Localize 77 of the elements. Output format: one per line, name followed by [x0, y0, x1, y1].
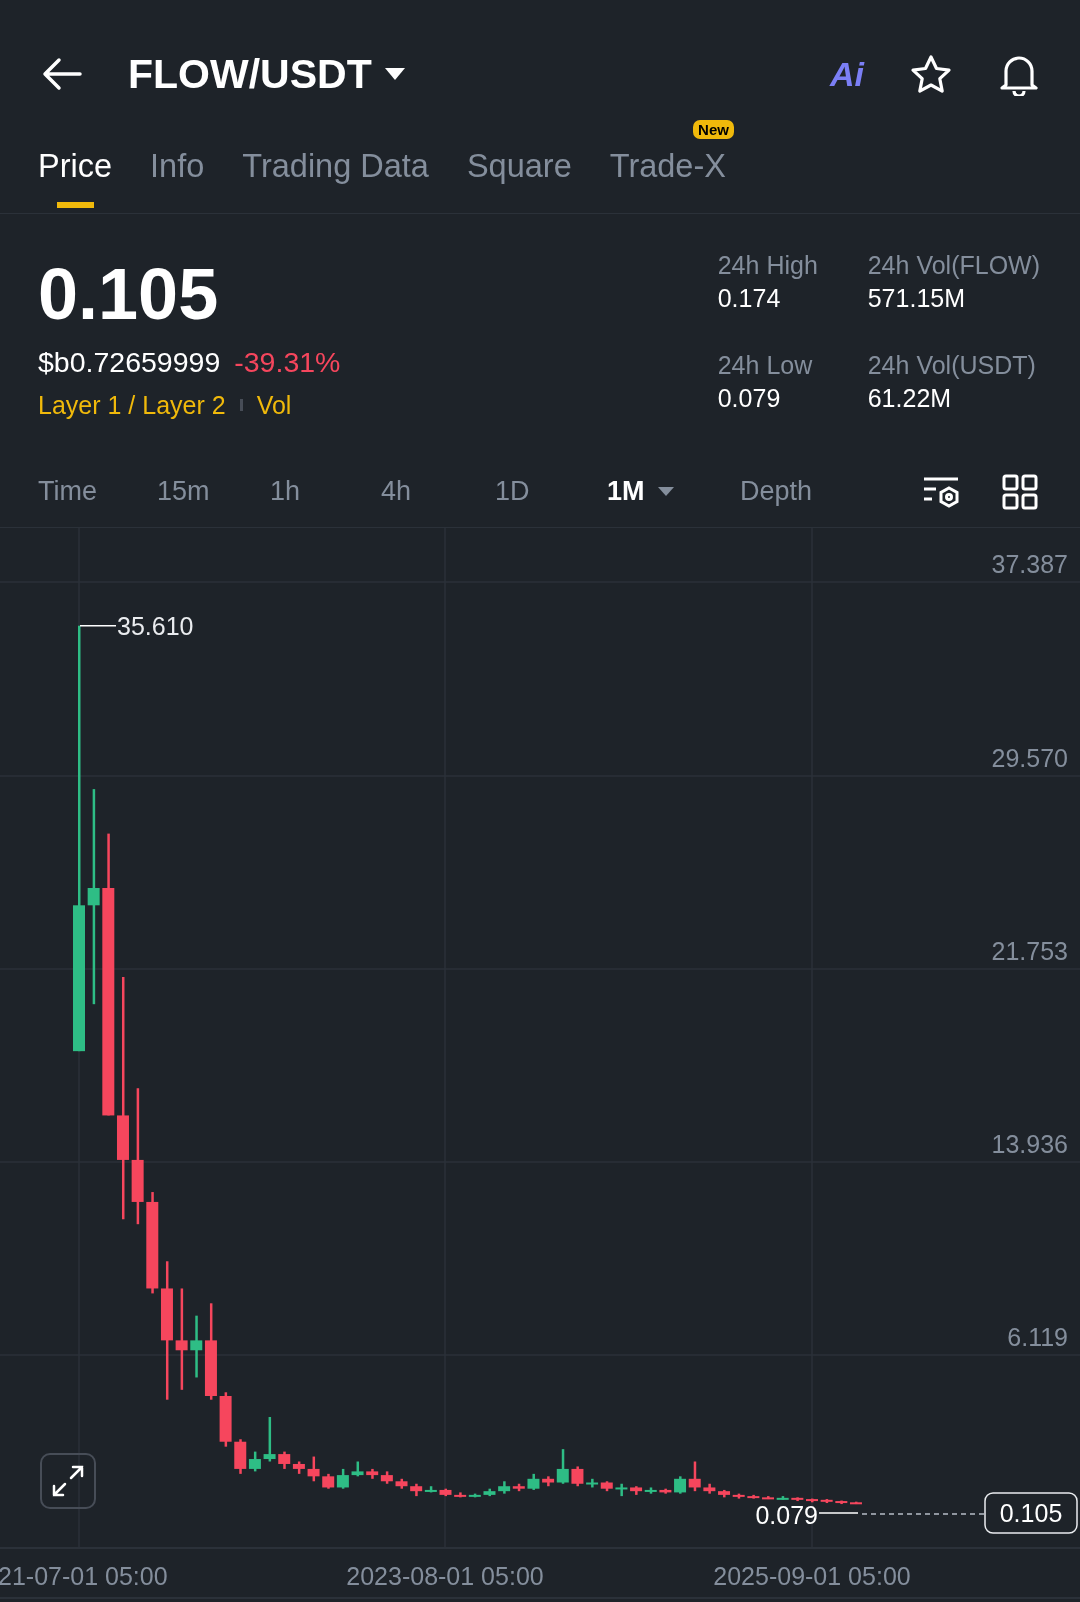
- candlestick: [762, 1496, 774, 1500]
- stat-label: 24h High: [717, 253, 819, 278]
- candlestick: [219, 1392, 232, 1447]
- stat-label: 24h Vol(USDT): [867, 352, 1037, 378]
- tab[interactable]: Info: [150, 148, 205, 214]
- candlestick: [292, 1461, 305, 1474]
- candlestick: [776, 1496, 789, 1500]
- fullscreen-button[interactable]: [40, 1453, 96, 1509]
- candlestick: [366, 1468, 379, 1479]
- candlestick: [806, 1498, 818, 1503]
- star-icon[interactable]: [910, 54, 952, 94]
- candlestick: [278, 1451, 291, 1469]
- tab[interactable]: Trade-X: [609, 148, 726, 214]
- candlestick: [307, 1456, 320, 1482]
- leader-line: [79, 624, 117, 627]
- candlestick: [791, 1497, 804, 1502]
- candlestick: [835, 1500, 848, 1505]
- candlestick: [703, 1483, 716, 1494]
- candlestick: [322, 1473, 335, 1489]
- grid-icon[interactable]: [1002, 473, 1038, 510]
- interval-tab[interactable]: 1D: [495, 478, 530, 505]
- pair-selector[interactable]: FLOW/USDT: [128, 53, 406, 95]
- time-axis-label: 21-07-01 05:00: [0, 1562, 168, 1590]
- ai-button[interactable]: Ai: [830, 57, 864, 91]
- interval-tab[interactable]: Depth: [740, 478, 813, 505]
- price-axis-label: 6.119: [1007, 1323, 1068, 1351]
- interval-tab[interactable]: 15m: [157, 478, 210, 505]
- candlestick: [395, 1478, 408, 1489]
- time-axis-label: 2023-08-01 05:00: [346, 1562, 544, 1590]
- current-price-label: 0.105: [999, 1499, 1063, 1527]
- candlestick: [483, 1488, 496, 1497]
- expand-icon: [52, 1465, 84, 1497]
- leader-line: [818, 1512, 859, 1514]
- caret-icon: [383, 67, 406, 81]
- stat-value: 0.174: [717, 286, 782, 311]
- candlestick: [439, 1488, 452, 1497]
- tab[interactable]: Square: [466, 148, 572, 214]
- price-axis-label: 29.570: [991, 744, 1068, 772]
- low-price-marker: 0.079: [755, 1501, 818, 1529]
- interval-tab[interactable]: 1h: [270, 478, 301, 505]
- stat-label: 24h Vol(FLOW): [867, 253, 1040, 278]
- candlestick: [850, 1501, 862, 1505]
- candlestick: [600, 1481, 613, 1492]
- candlestick: [351, 1461, 364, 1477]
- sector-tag[interactable]: Vol: [256, 392, 292, 418]
- candlestick: [336, 1468, 349, 1489]
- stat-value: 61.22M: [867, 385, 953, 411]
- high-price-marker: 35.610: [117, 611, 194, 640]
- candlestick: [263, 1417, 276, 1462]
- tab-indicator: [57, 202, 94, 208]
- last-price: 0.105: [38, 258, 220, 330]
- stat-value: 0.079: [717, 385, 782, 411]
- tab[interactable]: Trading Data: [242, 148, 429, 214]
- fiat-price: $b0.72659999: [38, 348, 221, 377]
- price-axis-label: 37.387: [991, 550, 1068, 578]
- price-axis-label: 13.936: [991, 1130, 1068, 1158]
- new-badge: New: [693, 120, 734, 139]
- time-axis-label: 2025-09-01 05:00: [713, 1562, 911, 1590]
- candlestick: [659, 1488, 672, 1494]
- candlestick: [586, 1478, 599, 1488]
- stat-value: 571.15M: [867, 286, 966, 311]
- candlestick: [630, 1486, 643, 1495]
- tab[interactable]: Price: [38, 148, 113, 214]
- back-icon[interactable]: [40, 56, 84, 92]
- interval-tab[interactable]: 4h: [381, 478, 412, 505]
- sector-tag[interactable]: Layer 1 / Layer 2: [38, 392, 226, 418]
- candlestick: [615, 1483, 628, 1497]
- candlestick: [380, 1471, 393, 1484]
- candlestick: [747, 1494, 760, 1499]
- candlestick: [527, 1473, 540, 1490]
- interval-tab[interactable]: 1M: [607, 478, 675, 505]
- price-axis-label: 21.753: [991, 937, 1068, 965]
- stat-label: 24h Low: [717, 352, 814, 378]
- interval-tab[interactable]: Time: [38, 478, 97, 505]
- price-change: -39.31%: [234, 348, 341, 377]
- candlestick: [571, 1466, 584, 1487]
- candlestick: [820, 1499, 833, 1504]
